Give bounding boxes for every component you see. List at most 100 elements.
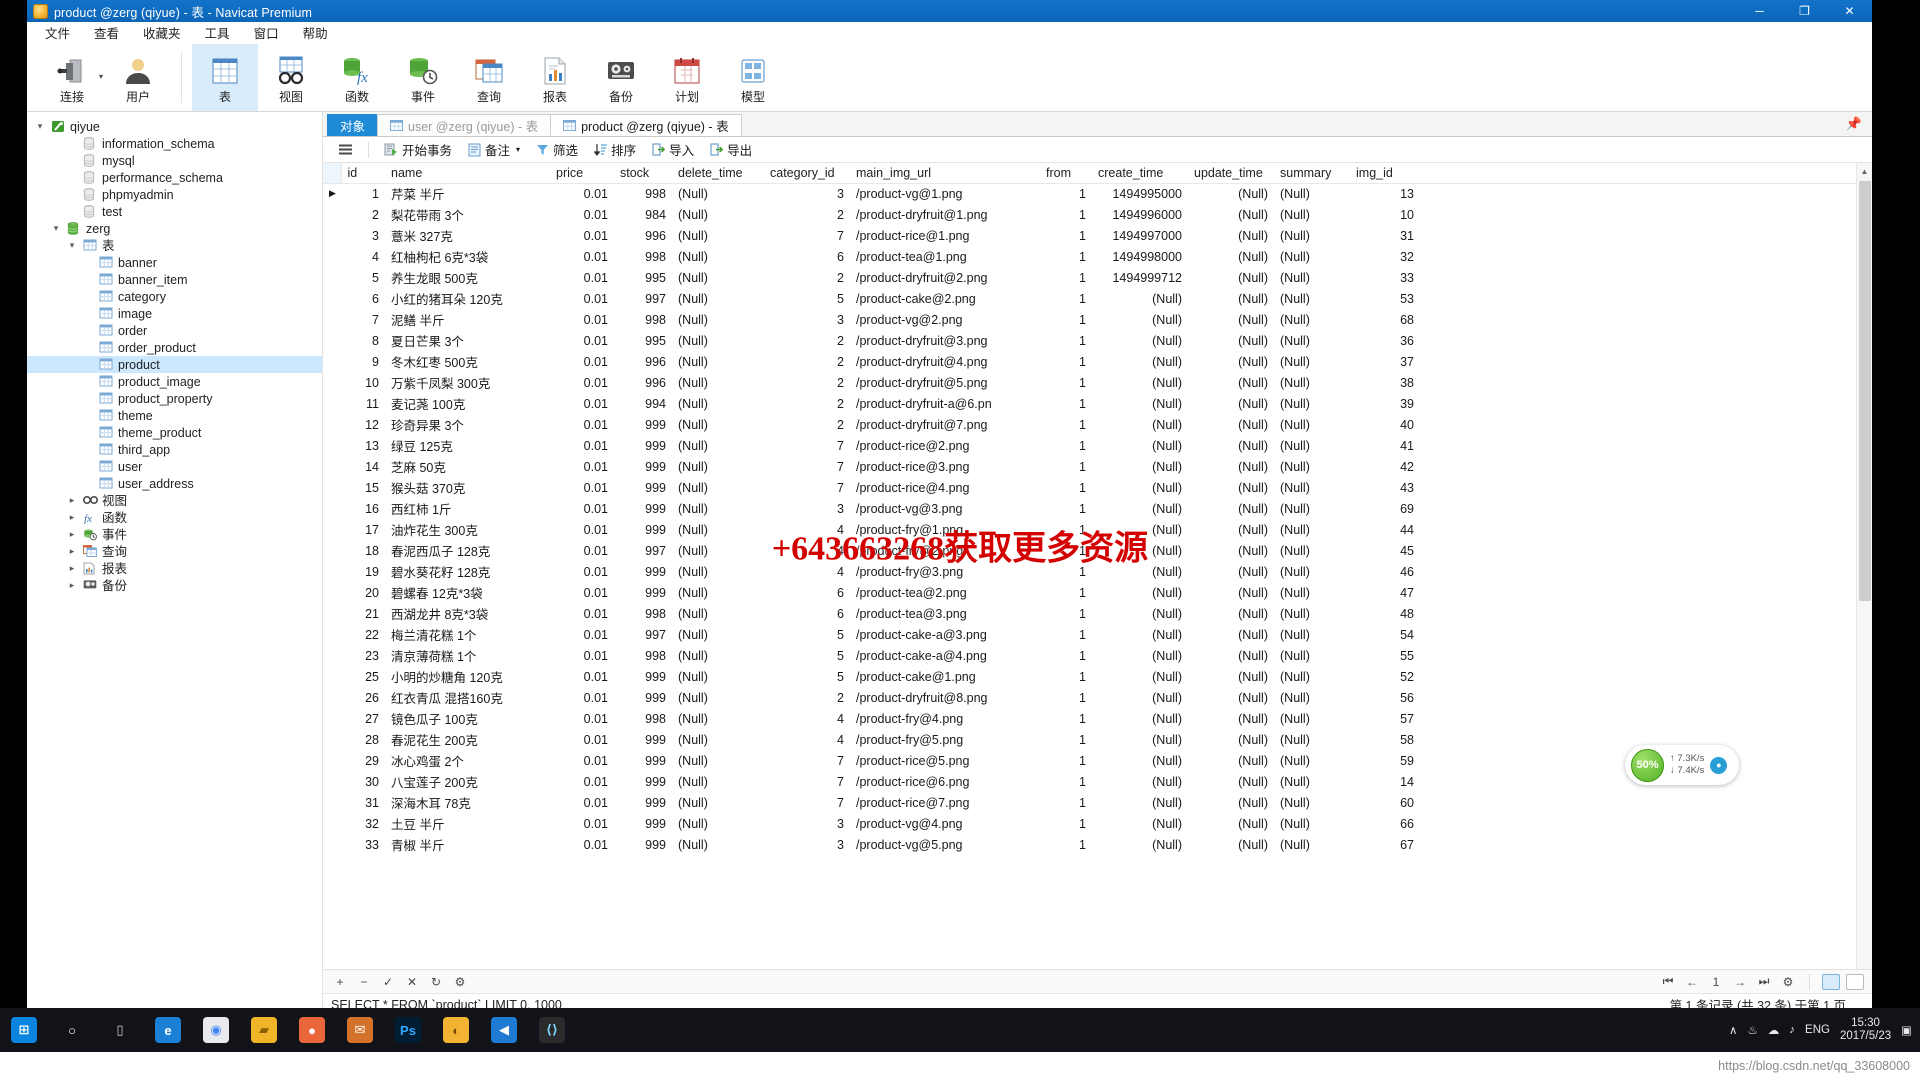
cell-from[interactable]: 1 <box>1040 624 1092 645</box>
table-row[interactable]: 31 深海木耳 78克 0.01 999 (Null) 7/product-rice@7.… <box>323 792 1856 813</box>
grid-view-icon[interactable] <box>1822 973 1840 990</box>
cell-stock[interactable]: 998 <box>614 309 672 330</box>
row-marker[interactable] <box>323 351 341 372</box>
row-marker[interactable] <box>323 813 341 834</box>
tree-item-qiyue[interactable]: ▾ qiyue <box>27 118 322 135</box>
cell-create_time[interactable]: (Null) <box>1092 792 1188 813</box>
cell-delete_time[interactable]: (Null) <box>672 309 764 330</box>
cell-category_id[interactable]: 5 <box>764 288 850 309</box>
cell-update_time[interactable]: (Null) <box>1188 561 1274 582</box>
row-marker[interactable] <box>323 792 341 813</box>
tree-item-theme[interactable]: theme <box>27 407 322 424</box>
cell-summary[interactable]: (Null) <box>1274 309 1350 330</box>
cell-main_img_url[interactable]: /product-rice@2.png <box>850 435 1040 456</box>
cell-stock[interactable]: 999 <box>614 456 672 477</box>
cell-from[interactable]: 1 <box>1040 330 1092 351</box>
cell-name[interactable]: 西红柿 1斤 <box>385 498 550 519</box>
table-row[interactable]: 7 泥鳝 半斤 0.01 998 (Null) 3/product-vg@2.png 1 (N… <box>323 309 1856 330</box>
cell-summary[interactable]: (Null) <box>1274 498 1350 519</box>
cell-img_id[interactable]: 33 <box>1350 267 1420 288</box>
cell-delete_time[interactable]: (Null) <box>672 183 764 204</box>
cell-name[interactable]: 芝麻 50克 <box>385 456 550 477</box>
cell-main_img_url[interactable]: /product-rice@6.png <box>850 771 1040 792</box>
row-marker[interactable] <box>323 708 341 729</box>
cell-from[interactable]: 1 <box>1040 288 1092 309</box>
ribbon-button-report-chart[interactable]: 报表 <box>522 44 588 111</box>
tree-item-information_schema[interactable]: information_schema <box>27 135 322 152</box>
cell-img_id[interactable]: 55 <box>1350 645 1420 666</box>
cell-price[interactable]: 0.01 <box>550 498 614 519</box>
cell-delete_time[interactable]: (Null) <box>672 645 764 666</box>
column-header-category_id[interactable]: category_id <box>764 163 850 184</box>
refresh-button[interactable]: ↻ <box>427 973 445 991</box>
cell-main_img_url[interactable]: /product-dryfruit@3.png <box>850 330 1040 351</box>
cell-delete_time[interactable]: (Null) <box>672 666 764 687</box>
cell-main_img_url[interactable]: /product-vg@1.png <box>850 183 1040 204</box>
nav-prev-page-button[interactable]: ← <box>1683 973 1701 991</box>
tab-product-table[interactable]: product @zerg (qiyue) - 表 <box>550 114 742 136</box>
cell-create_time[interactable]: (Null) <box>1092 750 1188 771</box>
table-row[interactable]: 33 青椒 半斤 0.01 999 (Null) 3/product-vg@5.png 1(… <box>323 834 1856 855</box>
cell-main_img_url[interactable]: /product-fry@4.png <box>850 708 1040 729</box>
cell-summary[interactable]: (Null) <box>1274 540 1350 561</box>
tree-item-product_image[interactable]: product_image <box>27 373 322 390</box>
cell-img_id[interactable]: 53 <box>1350 288 1420 309</box>
navicat-app[interactable]: ◐ <box>432 1008 480 1052</box>
net-badge-icon[interactable]: ● <box>1710 756 1728 774</box>
table-row[interactable]: 1芹菜 半斤0.01998(Null)3/product-vg@1.png114… <box>323 183 1856 204</box>
cell-price[interactable]: 0.01 <box>550 813 614 834</box>
ribbon-button-schedule-calendar[interactable]: 计划 <box>654 44 720 111</box>
cell-name[interactable]: 冬木红枣 500克 <box>385 351 550 372</box>
cell-stock[interactable]: 999 <box>614 792 672 813</box>
cell-main_img_url[interactable]: /product-vg@2.png <box>850 309 1040 330</box>
cell-stock[interactable]: 996 <box>614 351 672 372</box>
cell-stock[interactable]: 999 <box>614 582 672 603</box>
cell-create_time[interactable]: (Null) <box>1092 351 1188 372</box>
pin-icon[interactable]: 📌 <box>1846 116 1862 132</box>
cell-name[interactable]: 清京薄荷糕 1个 <box>385 645 550 666</box>
cell-name[interactable]: 芹菜 半斤 <box>385 183 550 204</box>
cell-delete_time[interactable]: (Null) <box>672 729 764 750</box>
cell-id[interactable]: 29 <box>341 750 385 771</box>
cell-stock[interactable]: 997 <box>614 288 672 309</box>
cell-name[interactable]: 绿豆 125克 <box>385 435 550 456</box>
cell-summary[interactable]: (Null) <box>1274 267 1350 288</box>
table-row[interactable]: 20 碧螺春 12克*3袋 0.01 999 (Null) 6/product-tea@2… <box>323 582 1856 603</box>
row-marker[interactable] <box>323 771 341 792</box>
cell-create_time[interactable]: (Null) <box>1092 498 1188 519</box>
cell-category_id[interactable]: 2 <box>764 372 850 393</box>
cell-update_time[interactable]: (Null) <box>1188 645 1274 666</box>
cell-id[interactable]: 28 <box>341 729 385 750</box>
cell-name[interactable]: 泥鳝 半斤 <box>385 309 550 330</box>
cell-summary[interactable]: (Null) <box>1274 582 1350 603</box>
cell-id[interactable]: 14 <box>341 456 385 477</box>
cell-stock[interactable]: 998 <box>614 708 672 729</box>
row-marker[interactable] <box>323 267 341 288</box>
cell-create_time[interactable]: (Null) <box>1092 582 1188 603</box>
cell-from[interactable]: 1 <box>1040 456 1092 477</box>
nav-last-page-button[interactable]: ⏭ <box>1755 973 1773 991</box>
scroll-up-arrow[interactable]: ▲ <box>1857 163 1873 179</box>
cell-delete_time[interactable]: (Null) <box>672 708 764 729</box>
column-header-from[interactable]: from <box>1040 163 1092 184</box>
tray-language[interactable]: ENG <box>1805 1024 1830 1036</box>
cell-update_time[interactable]: (Null) <box>1188 687 1274 708</box>
tree-item-事件[interactable]: ▸ 事件 <box>27 526 322 543</box>
cell-name[interactable]: 油炸花生 300克 <box>385 519 550 540</box>
chevron-down-icon[interactable]: ▾ <box>516 145 520 154</box>
table-row[interactable]: 23 清京薄荷糕 1个 0.01 998 (Null) 5/product-cake-a@… <box>323 645 1856 666</box>
cell-category_id[interactable]: 6 <box>764 603 850 624</box>
tree-item-mysql[interactable]: mysql <box>27 152 322 169</box>
cell-name[interactable]: 土豆 半斤 <box>385 813 550 834</box>
cell-summary[interactable]: (Null) <box>1274 834 1350 855</box>
cell-update_time[interactable]: (Null) <box>1188 414 1274 435</box>
cell-stock[interactable]: 999 <box>614 414 672 435</box>
cell-summary[interactable]: (Null) <box>1274 813 1350 834</box>
mail-app[interactable]: ✉ <box>336 1008 384 1052</box>
tree-item-user_address[interactable]: user_address <box>27 475 322 492</box>
cell-name[interactable]: 碧螺春 12克*3袋 <box>385 582 550 603</box>
cell-price[interactable]: 0.01 <box>550 309 614 330</box>
cell-img_id[interactable]: 41 <box>1350 435 1420 456</box>
table-row[interactable]: 11 麦记荛 100克 0.01 994 (Null) 2/product-dryfrui… <box>323 393 1856 414</box>
cell-category_id[interactable]: 5 <box>764 666 850 687</box>
